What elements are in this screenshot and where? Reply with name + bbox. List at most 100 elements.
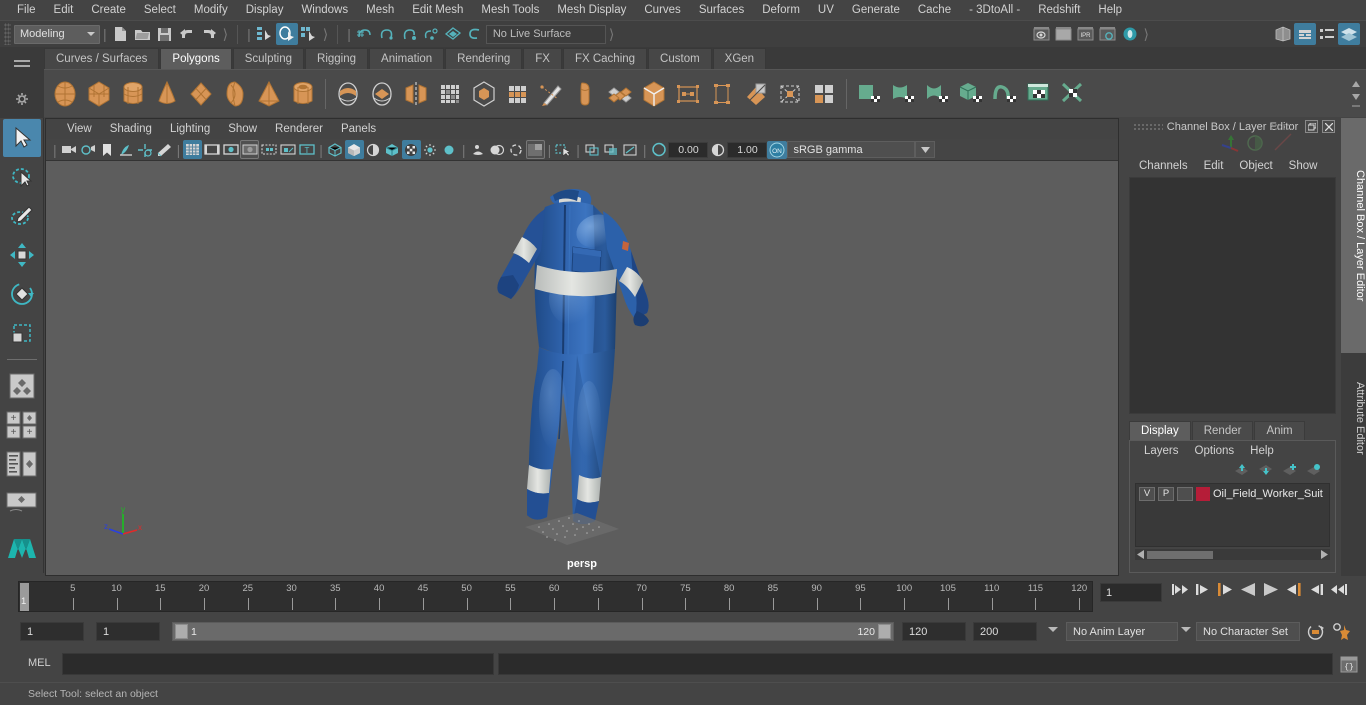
poly-bridge-icon[interactable] [603, 74, 637, 114]
save-scene-icon[interactable] [154, 23, 176, 45]
film-origin-icon[interactable] [259, 140, 278, 159]
multisample-icon[interactable] [488, 140, 507, 159]
scale-tool[interactable] [3, 314, 41, 352]
isolate-select-icon[interactable] [526, 140, 545, 159]
exposure-icon[interactable] [649, 140, 668, 159]
layer-visibility-toggle[interactable]: V [1139, 487, 1155, 501]
menu-3dtoall[interactable]: - 3DtoAll - [960, 0, 1029, 20]
film-gate-icon[interactable] [202, 140, 221, 159]
poly-sphere-icon[interactable] [48, 74, 82, 114]
poly-target-weld-icon[interactable] [671, 74, 705, 114]
wireframe-icon[interactable] [326, 140, 345, 159]
poly-bevel-icon[interactable] [569, 74, 603, 114]
rotate-tool[interactable] [3, 275, 41, 313]
panel-grip-right[interactable] [1270, 123, 1292, 130]
xray-joints-2-icon[interactable] [602, 140, 621, 159]
grease-pencil-icon[interactable] [155, 140, 174, 159]
paint-select-tool[interactable] [3, 197, 41, 235]
menu-edit[interactable]: Edit [45, 0, 83, 20]
poly-mirror-icon[interactable] [399, 74, 433, 114]
snap-grid-icon[interactable] [354, 23, 376, 45]
range-start-handle[interactable] [175, 624, 188, 639]
panel-grip-left[interactable] [1133, 123, 1163, 130]
image-plane-icon[interactable] [117, 140, 136, 159]
layer-row[interactable]: V P Oil_Field_Worker_Suit [1136, 484, 1329, 501]
viewport-3d-canvas[interactable]: y x z persp [46, 161, 1118, 575]
tab-channel-box-layer-editor[interactable]: Channel Box / Layer Editor [1341, 118, 1366, 353]
range-start-field[interactable]: 1 [20, 622, 84, 641]
viewport-menu-lighting[interactable]: Lighting [161, 119, 219, 139]
channel-box-menu-edit[interactable]: Edit [1196, 160, 1232, 172]
menu-redshift[interactable]: Redshift [1029, 0, 1089, 20]
step-back-keyframe-icon[interactable] [1196, 582, 1210, 600]
tab-attribute-editor[interactable]: Attribute Editor [1341, 353, 1366, 483]
shelf-tab-polygons[interactable]: Polygons [160, 48, 231, 69]
viewport-menu-show[interactable]: Show [219, 119, 266, 139]
xray-active-components-icon[interactable] [583, 140, 602, 159]
layer-tab-render[interactable]: Render [1192, 421, 1254, 440]
select-component-icon[interactable] [298, 23, 320, 45]
gate-mask-icon[interactable] [240, 140, 259, 159]
render-current-frame-icon[interactable] [1053, 23, 1075, 45]
show-channel-box-icon[interactable] [1338, 23, 1360, 45]
layer-shading-toggle[interactable] [1177, 487, 1193, 501]
menu-windows[interactable]: Windows [292, 0, 357, 20]
sculpt-flatten-icon[interactable] [886, 74, 920, 114]
undo-icon[interactable] [176, 23, 198, 45]
menu-set-selector[interactable]: Modeling [14, 25, 100, 44]
poly-pyramid-icon[interactable] [252, 74, 286, 114]
screen-space-ao-icon[interactable] [440, 140, 459, 159]
play-backwards-icon[interactable] [1240, 582, 1256, 600]
shelf-tab-sculpting[interactable]: Sculpting [233, 48, 304, 69]
poly-combine-icon[interactable] [365, 74, 399, 114]
go-to-start-icon[interactable] [1172, 582, 1189, 600]
snap-projected-center-icon[interactable] [420, 23, 442, 45]
shelf-tab-rendering[interactable]: Rendering [445, 48, 522, 69]
sculpt-pinch-icon[interactable] [920, 74, 954, 114]
poly-uv-editor-icon[interactable] [705, 74, 739, 114]
toolbar-grip[interactable] [4, 23, 11, 45]
xray-icon[interactable] [554, 140, 573, 159]
show-tool-settings-icon[interactable] [1316, 23, 1338, 45]
hypergraph-persp-layout[interactable] [3, 484, 41, 522]
redo-icon[interactable] [198, 23, 220, 45]
play-forwards-icon[interactable] [1263, 582, 1279, 600]
new-scene-icon[interactable] [110, 23, 132, 45]
shadows-icon[interactable] [421, 140, 440, 159]
channel-box-menu-channels[interactable]: Channels [1131, 160, 1196, 172]
poly-extract-icon[interactable] [467, 74, 501, 114]
open-scene-icon[interactable] [132, 23, 154, 45]
layer-color-swatch[interactable] [1196, 487, 1210, 501]
ipr-render-icon[interactable]: IPR [1075, 23, 1097, 45]
go-to-end-icon[interactable] [1330, 582, 1347, 600]
poly-multicut-icon[interactable] [501, 74, 535, 114]
uv-layout-icon[interactable] [773, 74, 807, 114]
current-frame-field[interactable]: 1 [1100, 583, 1162, 602]
shelf-tab-curves-surfaces[interactable]: Curves / Surfaces [44, 48, 159, 69]
move-layer-down-icon[interactable] [1258, 463, 1273, 479]
menu-modify[interactable]: Modify [185, 0, 237, 20]
range-end-field[interactable]: 200 [973, 622, 1037, 641]
lasso-select-tool[interactable] [3, 158, 41, 196]
step-forward-keyframe-icon[interactable] [1309, 582, 1323, 600]
auto-keyframe-icon[interactable] [1306, 623, 1325, 644]
channel-box-content[interactable] [1129, 177, 1336, 414]
use-all-lights-icon[interactable] [402, 140, 421, 159]
layer-menu-options[interactable]: Options [1187, 445, 1243, 457]
menu-mesh-tools[interactable]: Mesh Tools [472, 0, 548, 20]
anim-layer-dropdown-arrow[interactable] [1048, 627, 1058, 632]
render-settings-icon[interactable] [1097, 23, 1119, 45]
select-tool[interactable] [3, 119, 41, 157]
poly-booleans-icon[interactable] [331, 74, 365, 114]
shelf-tab-fx[interactable]: FX [523, 48, 562, 69]
shelf-tab-fx-caching[interactable]: FX Caching [563, 48, 647, 69]
oil-field-worker-suit-model[interactable] [467, 179, 697, 559]
sculpt-relax-icon[interactable] [1022, 74, 1056, 114]
sculpt-grab-icon[interactable] [852, 74, 886, 114]
script-editor-icon[interactable]: {} [1338, 653, 1360, 675]
color-management-on-icon[interactable]: ON [767, 141, 787, 159]
menu-cache[interactable]: Cache [909, 0, 960, 20]
anim-layer-selector[interactable]: No Anim Layer [1066, 622, 1178, 641]
layer-playback-toggle[interactable]: P [1158, 487, 1174, 501]
xray-joints-icon[interactable] [278, 140, 297, 159]
